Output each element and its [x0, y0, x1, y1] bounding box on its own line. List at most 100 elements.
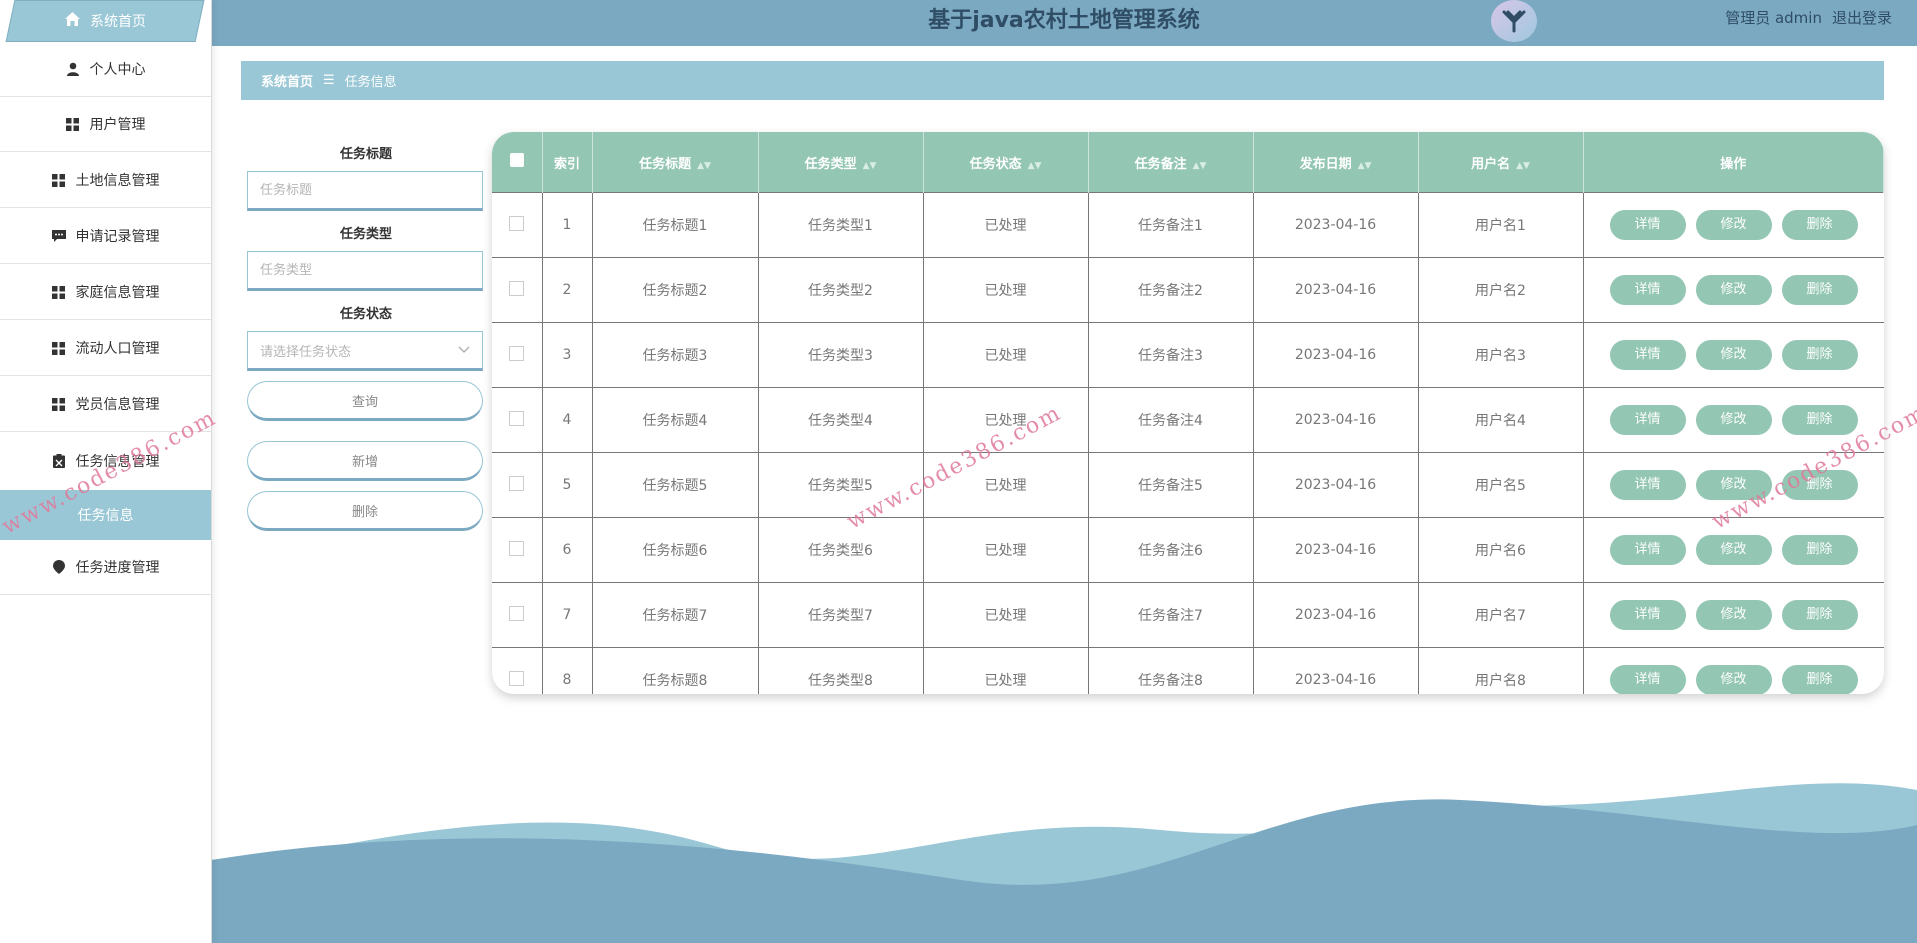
cell-note: 任务备注7	[1088, 582, 1254, 648]
wave-background	[211, 783, 1917, 943]
delete-button[interactable]: 删除	[1781, 600, 1858, 630]
sidebar-item-label: 流动人口管理	[75, 341, 160, 357]
cell-type: 任务类型8	[758, 647, 924, 694]
table-row: 2 任务标题2 任务类型2 已处理 任务备注2 2023-04-16 用户名2 …	[492, 257, 1884, 323]
detail-button[interactable]: 详情	[1609, 340, 1686, 370]
select-all-checkbox[interactable]	[492, 132, 543, 193]
edit-button[interactable]: 修改	[1695, 600, 1772, 630]
column-header-note[interactable]: 任务备注 ▲▼	[1088, 132, 1254, 193]
row-checkbox[interactable]	[492, 257, 543, 323]
breadcrumb-current: 任务信息	[344, 75, 397, 90]
detail-button[interactable]: 详情	[1609, 210, 1686, 240]
cell-type: 任务类型4	[758, 387, 924, 453]
column-header-label: 任务备注	[1134, 156, 1187, 172]
cell-user: 用户名5	[1418, 452, 1584, 518]
person-icon	[66, 62, 80, 76]
edit-button[interactable]: 修改	[1695, 535, 1772, 565]
sidebar-item-applications[interactable]: 申请记录管理	[0, 209, 211, 264]
cell-date: 2023-04-16	[1253, 322, 1419, 388]
sidebar-item-users[interactable]: 用户管理	[0, 97, 211, 152]
edit-button[interactable]: 修改	[1695, 275, 1772, 305]
detail-button[interactable]: 详情	[1609, 665, 1686, 694]
batch-delete-button[interactable]: 删除	[247, 491, 483, 531]
cell-index: 3	[542, 322, 593, 388]
logout-link[interactable]: 退出登录	[1832, 7, 1892, 28]
cell-type: 任务类型7	[758, 582, 924, 648]
sort-icon[interactable]: ▲▼	[697, 161, 711, 171]
detail-button[interactable]: 详情	[1609, 535, 1686, 565]
cell-status: 已处理	[923, 517, 1089, 583]
sidebar-item-task-progress[interactable]: 任务进度管理	[0, 540, 211, 595]
table-row: 7 任务标题7 任务类型7 已处理 任务备注7 2023-04-16 用户名7 …	[492, 582, 1884, 648]
cell-index: 1	[542, 192, 593, 258]
sidebar-item-land[interactable]: 土地信息管理	[0, 153, 211, 208]
query-button[interactable]: 查询	[247, 381, 483, 421]
grid-icon	[52, 397, 66, 411]
detail-button[interactable]: 详情	[1609, 275, 1686, 305]
delete-button[interactable]: 删除	[1781, 340, 1858, 370]
row-checkbox[interactable]	[492, 647, 543, 694]
cell-note: 任务备注3	[1088, 322, 1254, 388]
delete-button[interactable]: 删除	[1781, 210, 1858, 240]
column-header-status[interactable]: 任务状态 ▲▼	[923, 132, 1089, 193]
detail-button[interactable]: 详情	[1609, 600, 1686, 630]
edit-button[interactable]: 修改	[1695, 210, 1772, 240]
delete-button[interactable]: 删除	[1781, 665, 1858, 694]
cell-index: 4	[542, 387, 593, 453]
detail-button[interactable]: 详情	[1609, 405, 1686, 435]
row-checkbox[interactable]	[492, 322, 543, 388]
sidebar-item-family[interactable]: 家庭信息管理	[0, 265, 211, 320]
cell-status: 已处理	[923, 322, 1089, 388]
breadcrumb-separator-icon: ☰	[323, 73, 335, 88]
row-checkbox[interactable]	[492, 517, 543, 583]
cell-date: 2023-04-16	[1253, 257, 1419, 323]
cell-actions: 详情 修改 删除	[1583, 192, 1884, 258]
sidebar-item-home[interactable]: 系统首页	[5, 0, 205, 42]
title-search-input[interactable]	[247, 171, 483, 211]
sort-icon[interactable]: ▲▼	[863, 161, 877, 171]
table-row: 1 任务标题1 任务类型1 已处理 任务备注1 2023-04-16 用户名1 …	[492, 192, 1884, 258]
add-button[interactable]: 新增	[247, 441, 483, 481]
cell-user: 用户名8	[1418, 647, 1584, 694]
sort-icon[interactable]: ▲▼	[1028, 161, 1042, 171]
sidebar-item-profile[interactable]: 个人中心	[0, 42, 211, 97]
row-checkbox[interactable]	[492, 387, 543, 453]
cell-date: 2023-04-16	[1253, 517, 1419, 583]
detail-button[interactable]: 详情	[1609, 470, 1686, 500]
sort-icon[interactable]: ▲▼	[1193, 161, 1207, 171]
edit-button[interactable]: 修改	[1695, 405, 1772, 435]
sort-icon[interactable]: ▲▼	[1358, 161, 1372, 171]
sidebar-item-label: 家庭信息管理	[75, 285, 160, 301]
edit-button[interactable]: 修改	[1695, 340, 1772, 370]
breadcrumb-home[interactable]: 系统首页	[261, 71, 313, 90]
cell-title: 任务标题5	[592, 452, 759, 518]
row-checkbox[interactable]	[492, 192, 543, 258]
cell-title: 任务标题4	[592, 387, 759, 453]
status-select[interactable]: 请选择任务状态	[247, 331, 483, 371]
cell-date: 2023-04-16	[1253, 647, 1419, 694]
row-checkbox[interactable]	[492, 452, 543, 518]
column-header-user[interactable]: 用户名 ▲▼	[1418, 132, 1584, 193]
logo-icon	[1491, 0, 1537, 42]
sidebar-item-floating-population[interactable]: 流动人口管理	[0, 321, 211, 376]
cell-index: 8	[542, 647, 593, 694]
column-header-date[interactable]: 发布日期 ▲▼	[1253, 132, 1419, 193]
breadcrumb: 系统首页 ☰ 任务信息	[241, 61, 1884, 100]
column-header-type[interactable]: 任务类型 ▲▼	[758, 132, 924, 193]
column-header-label: 任务状态	[969, 156, 1022, 172]
delete-button[interactable]: 删除	[1781, 405, 1858, 435]
cell-type: 任务类型3	[758, 322, 924, 388]
delete-button[interactable]: 删除	[1781, 535, 1858, 565]
column-header-label: 任务标题	[639, 156, 692, 172]
column-header-title[interactable]: 任务标题 ▲▼	[592, 132, 759, 193]
cell-date: 2023-04-16	[1253, 387, 1419, 453]
row-checkbox[interactable]	[492, 582, 543, 648]
delete-button[interactable]: 删除	[1781, 275, 1858, 305]
table-row: 4 任务标题4 任务类型4 已处理 任务备注4 2023-04-16 用户名4 …	[492, 387, 1884, 453]
edit-button[interactable]: 修改	[1695, 665, 1772, 694]
cell-date: 2023-04-16	[1253, 582, 1419, 648]
type-search-input[interactable]	[247, 251, 483, 291]
sort-icon[interactable]: ▲▼	[1516, 161, 1530, 171]
sidebar-home-label: 系统首页	[89, 14, 146, 30]
clipboard-icon	[52, 453, 66, 468]
